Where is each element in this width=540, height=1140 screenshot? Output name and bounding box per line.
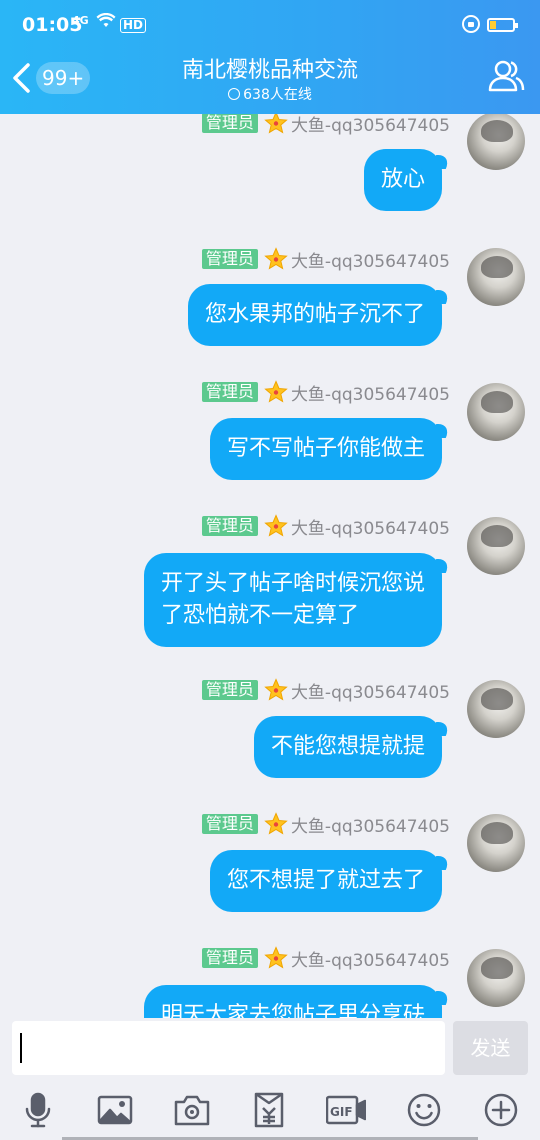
message-text: 明天大家去您帖子里分享砝 bbox=[160, 1003, 425, 1018]
admin-badge: 管理员 bbox=[201, 382, 258, 402]
message-bubble[interactable]: 不能您想提就提 bbox=[253, 716, 442, 778]
admin-badge: 管理员 bbox=[201, 814, 258, 834]
message-meta: 管理员 大鱼-qq305647405 bbox=[201, 380, 450, 405]
chat-message-list[interactable]: 管理员 大鱼-qq305647405 放心 管理员 大鱼-qq305647405… bbox=[0, 114, 540, 1018]
star-icon bbox=[264, 812, 288, 835]
message-bubble[interactable]: 您不想提了就过去了 bbox=[209, 850, 442, 912]
back-button[interactable]: 99+ bbox=[10, 58, 91, 98]
message-bubble[interactable]: 写不写帖子你能做主 bbox=[209, 418, 442, 480]
message-text: 开了头了帖子啥时候沉您说 bbox=[160, 571, 425, 596]
sender-name: 大鱼-qq305647405 bbox=[290, 682, 450, 703]
admin-badge: 管理员 bbox=[201, 680, 258, 700]
message-bubble[interactable]: 放心 bbox=[363, 149, 442, 211]
message-text: 了恐怕就不一定算了 bbox=[160, 603, 359, 628]
sender-name: 大鱼-qq305647405 bbox=[290, 950, 450, 971]
text-caret bbox=[20, 1033, 22, 1063]
sender-name: 大鱼-qq305647405 bbox=[290, 518, 450, 539]
sender-name: 大鱼-qq305647405 bbox=[290, 816, 450, 837]
sender-name: 大鱼-qq305647405 bbox=[290, 251, 450, 272]
online-count-text: 638人在线 bbox=[243, 87, 312, 103]
sender-name: 大鱼-qq305647405 bbox=[290, 115, 450, 136]
chevron-left-icon bbox=[13, 63, 30, 93]
microphone-icon[interactable] bbox=[20, 1092, 56, 1128]
message-text: 放心 bbox=[380, 167, 425, 192]
send-button[interactable]: 发送 bbox=[453, 1021, 528, 1075]
message-meta: 管理员 大鱼-qq305647405 bbox=[201, 114, 450, 136]
avatar[interactable] bbox=[467, 114, 525, 170]
input-bar: 发送 bbox=[0, 1018, 540, 1082]
members-button[interactable] bbox=[486, 56, 526, 96]
message-bubble[interactable]: 开了头了帖子啥时候沉您说 了恐怕就不一定算了 bbox=[143, 553, 442, 647]
message-bubble[interactable]: 明天大家去您帖子里分享砝 bbox=[143, 985, 442, 1018]
check-circle-icon bbox=[228, 88, 241, 100]
avatar[interactable] bbox=[467, 949, 525, 1007]
message-bubble[interactable]: 您水果邦的帖子沉不了 bbox=[187, 284, 442, 346]
plus-icon[interactable] bbox=[483, 1092, 519, 1128]
avatar[interactable] bbox=[467, 517, 525, 575]
people-icon bbox=[488, 60, 525, 92]
wifi-icon bbox=[96, 12, 116, 34]
camera-icon[interactable] bbox=[174, 1092, 210, 1128]
message-text: 写不写帖子你能做主 bbox=[226, 436, 425, 461]
message-meta: 管理员 大鱼-qq305647405 bbox=[201, 514, 450, 539]
svg-text:GIF: GIF bbox=[330, 1105, 353, 1119]
message-meta: 管理员 大鱼-qq305647405 bbox=[201, 678, 450, 703]
chat-toolbar: GIF bbox=[0, 1082, 540, 1140]
star-icon bbox=[264, 380, 288, 403]
status-bar: 01:05 4G HD bbox=[0, 0, 540, 40]
message-text: 您水果邦的帖子沉不了 bbox=[204, 302, 425, 327]
message-meta: 管理员 大鱼-qq305647405 bbox=[201, 247, 450, 272]
message-input[interactable] bbox=[12, 1021, 445, 1075]
image-icon[interactable] bbox=[97, 1092, 133, 1128]
avatar[interactable] bbox=[467, 383, 525, 441]
battery-icon bbox=[487, 18, 518, 32]
admin-badge: 管理员 bbox=[201, 948, 258, 968]
unread-badge: 99+ bbox=[36, 62, 91, 94]
red-packet-icon[interactable] bbox=[251, 1092, 287, 1128]
header-bar: 01:05 4G HD 99+ 南北樱桃品种交流 638人在线 bbox=[0, 0, 540, 114]
hd-icon: HD bbox=[120, 18, 147, 33]
star-icon bbox=[264, 247, 288, 270]
avatar[interactable] bbox=[467, 814, 525, 872]
message-text: 不能您想提就提 bbox=[270, 734, 425, 759]
signal-icon: 4G bbox=[72, 14, 89, 27]
lock-icon bbox=[462, 15, 480, 33]
online-count: 638人在线 bbox=[170, 84, 370, 104]
avatar[interactable] bbox=[467, 248, 525, 306]
star-icon bbox=[264, 946, 288, 969]
group-title: 南北樱桃品种交流 bbox=[181, 58, 358, 83]
message-meta: 管理员 大鱼-qq305647405 bbox=[201, 812, 450, 837]
message-meta: 管理员 大鱼-qq305647405 bbox=[201, 946, 450, 971]
star-icon bbox=[264, 114, 288, 134]
star-icon bbox=[264, 678, 288, 701]
avatar[interactable] bbox=[467, 680, 525, 738]
admin-badge: 管理员 bbox=[201, 114, 258, 133]
admin-badge: 管理员 bbox=[201, 516, 258, 536]
admin-badge: 管理员 bbox=[201, 249, 258, 269]
sender-name: 大鱼-qq305647405 bbox=[290, 384, 450, 405]
emoji-icon[interactable] bbox=[406, 1092, 442, 1128]
message-text: 您不想提了就过去了 bbox=[226, 868, 425, 893]
gif-icon[interactable]: GIF bbox=[326, 1092, 366, 1128]
star-icon bbox=[264, 514, 288, 537]
